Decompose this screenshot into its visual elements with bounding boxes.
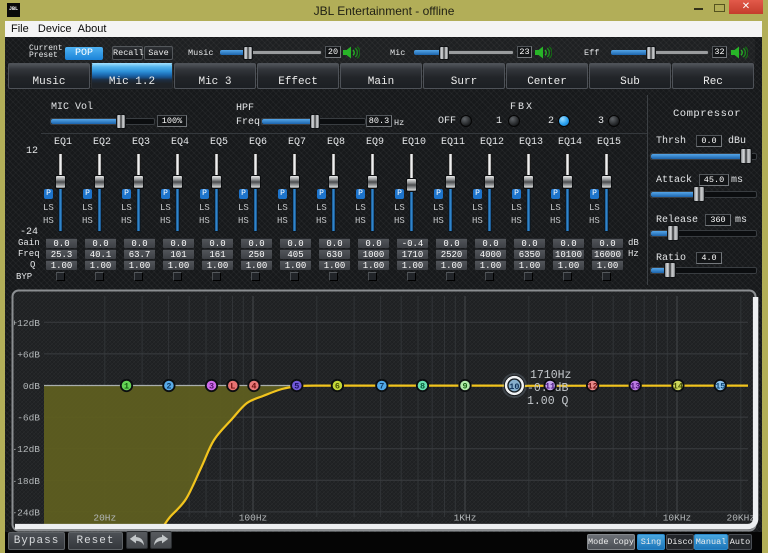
- svg-text:2: 2: [166, 382, 171, 392]
- svg-text:1: 1: [124, 382, 129, 392]
- svg-text:12: 12: [587, 382, 597, 392]
- svg-text:100Hz: 100Hz: [239, 513, 268, 524]
- svg-text:9: 9: [462, 382, 467, 392]
- svg-text:10KHz: 10KHz: [663, 513, 692, 524]
- svg-text:11: 11: [545, 382, 555, 392]
- svg-text:-12dB: -12dB: [11, 444, 40, 455]
- svg-text:14: 14: [673, 382, 683, 392]
- svg-text:13: 13: [630, 382, 640, 392]
- svg-text:20KHz: 20KHz: [727, 513, 756, 524]
- svg-text:1.00 Q: 1.00 Q: [527, 395, 569, 408]
- svg-text:3: 3: [209, 382, 214, 392]
- svg-text:20Hz: 20Hz: [93, 513, 116, 524]
- svg-text:5: 5: [294, 382, 299, 392]
- svg-text:15: 15: [715, 382, 725, 392]
- svg-text:-6dB: -6dB: [17, 413, 40, 424]
- svg-text:4: 4: [251, 382, 256, 392]
- svg-text:+12dB: +12dB: [11, 318, 40, 329]
- svg-text:8: 8: [420, 382, 425, 392]
- svg-text:7: 7: [379, 382, 384, 392]
- svg-text:6: 6: [335, 382, 340, 392]
- svg-text:1KHz: 1KHz: [454, 513, 477, 524]
- svg-text:10: 10: [509, 382, 519, 392]
- svg-text:0dB: 0dB: [23, 381, 40, 392]
- svg-text:+6dB: +6dB: [17, 349, 40, 360]
- svg-text:-24dB: -24dB: [11, 507, 40, 518]
- svg-text:L: L: [230, 382, 235, 392]
- svg-text:-18dB: -18dB: [11, 476, 40, 487]
